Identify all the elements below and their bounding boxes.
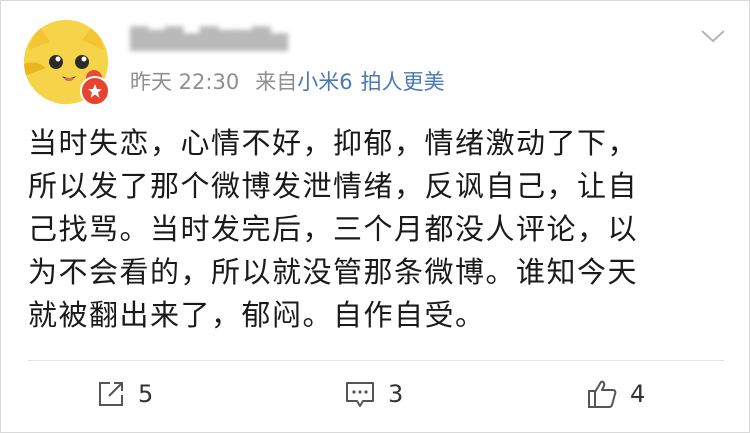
comment-count: 3: [388, 380, 404, 408]
comment-button[interactable]: 3: [344, 376, 403, 412]
source-slogan-link[interactable]: 拍人更美: [361, 70, 445, 94]
repost-count: 5: [138, 380, 154, 408]
post-body: 当时失恋，心情不好，抑郁，情绪激动了下， 所以发了那个微博发泄情绪，反讽自己，让…: [28, 122, 724, 337]
username[interactable]: ▇▆▇▅▇▆▆▇▅: [130, 22, 320, 52]
post-line: 就被翻出来了，郁闷。自作自受。: [28, 298, 486, 332]
divider: [28, 360, 724, 361]
post-time: 昨天 22:30: [130, 70, 240, 94]
like-count: 4: [630, 380, 646, 408]
source-device-link[interactable]: 小米6: [297, 70, 352, 94]
like-button[interactable]: 4: [586, 376, 645, 412]
chevron-down-icon[interactable]: [700, 26, 726, 46]
post-line: 己找骂。当时发完后，三个月都没人评论，以: [28, 212, 639, 246]
post-meta: 昨天 22:30 来自小米6 拍人更美: [130, 68, 445, 96]
post-line: 为不会看的，所以就没管那条微博。谁知今天: [28, 255, 639, 289]
thumbs-up-icon: [588, 380, 617, 408]
verified-badge-icon: [80, 76, 110, 106]
source-prefix: 来自: [255, 70, 298, 94]
share-arrow-icon: [99, 382, 123, 406]
repost-button[interactable]: 5: [96, 376, 153, 412]
post-line: 当时失恋，心情不好，抑郁，情绪激动了下，: [28, 126, 639, 160]
post-line: 所以发了那个微博发泄情绪，反讽自己，让自: [28, 169, 639, 203]
comment-icon: [346, 382, 374, 407]
